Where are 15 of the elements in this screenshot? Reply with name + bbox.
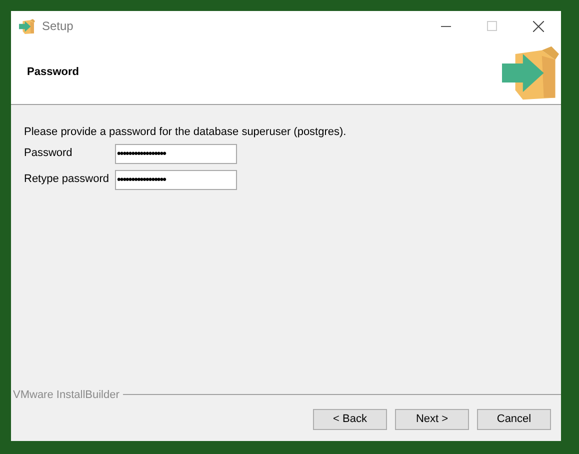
app-icon <box>19 18 35 34</box>
dialog-button[interactable]: < Back <box>313 409 387 430</box>
box-arrow-logo <box>502 46 559 100</box>
dialog-button[interactable]: Next > <box>395 409 469 430</box>
brand-label: VMware InstallBuilder <box>13 388 120 402</box>
page-title: Password <box>27 65 79 80</box>
window-title: Setup <box>42 18 74 35</box>
field-label: Retype password <box>24 172 110 188</box>
instruction-text: Please provide a password for the database superuser (postgres). <box>24 125 348 140</box>
password-field[interactable]: ••••••••••••••••• <box>115 144 237 164</box>
maximize-icon <box>487 21 497 31</box>
password-field[interactable]: ••••••••••••••••• <box>115 170 237 190</box>
close-icon <box>532 20 544 32</box>
field-label: Password <box>24 146 74 162</box>
dialog-button[interactable]: Cancel <box>477 409 551 430</box>
